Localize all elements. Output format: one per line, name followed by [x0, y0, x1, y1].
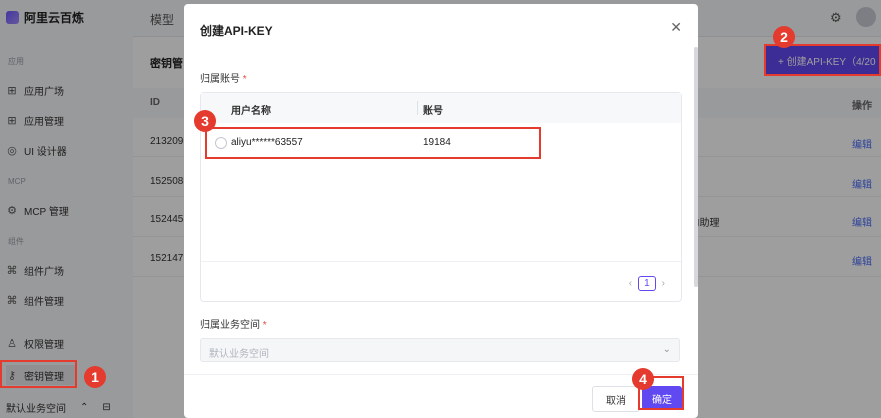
account-table-header: 用户名称 账号 [201, 93, 681, 123]
close-icon[interactable]: ✕ [670, 19, 682, 36]
pagination: ‹ 1 › [629, 276, 665, 291]
col-username: 用户名称 [231, 106, 271, 117]
chevron-down-icon: ⌄ [662, 344, 671, 355]
modal-title: 创建API-KEY [200, 24, 273, 38]
annotation-box-account-row [205, 127, 541, 159]
workspace-placeholder: 默认业务空间 [209, 349, 269, 360]
annotation-badge-4: 4 [632, 368, 654, 390]
annotation-badge-3: 3 [194, 110, 216, 132]
page-current[interactable]: 1 [638, 276, 656, 291]
required-mark: * [262, 320, 267, 331]
modal-scrollbar[interactable] [694, 47, 698, 287]
workspace-select[interactable]: 默认业务空间 ⌄ [200, 338, 680, 362]
col-account: 账号 [423, 106, 443, 117]
annotation-box-create [764, 44, 881, 76]
required-mark: * [242, 74, 247, 85]
create-api-key-modal: 创建API-KEY ✕ 归属账号 * 用户名称 账号 aliyu******63… [184, 4, 698, 418]
annotation-box-key-manage [0, 360, 77, 388]
annotation-badge-2: 2 [773, 26, 795, 48]
prev-page-icon[interactable]: ‹ [629, 278, 632, 289]
account-table: 用户名称 账号 aliyu******63557 19184 ‹ 1 › [200, 92, 682, 302]
cancel-button[interactable]: 取消 [592, 386, 640, 412]
next-page-icon[interactable]: › [662, 278, 665, 289]
column-divider [417, 101, 418, 115]
workspace-label: 归属业务空间 * [200, 320, 267, 331]
account-label: 归属账号 * [200, 74, 247, 85]
modal-footer: 取消 确定 [184, 374, 698, 418]
table-divider [201, 261, 681, 262]
annotation-badge-1: 1 [84, 366, 106, 388]
